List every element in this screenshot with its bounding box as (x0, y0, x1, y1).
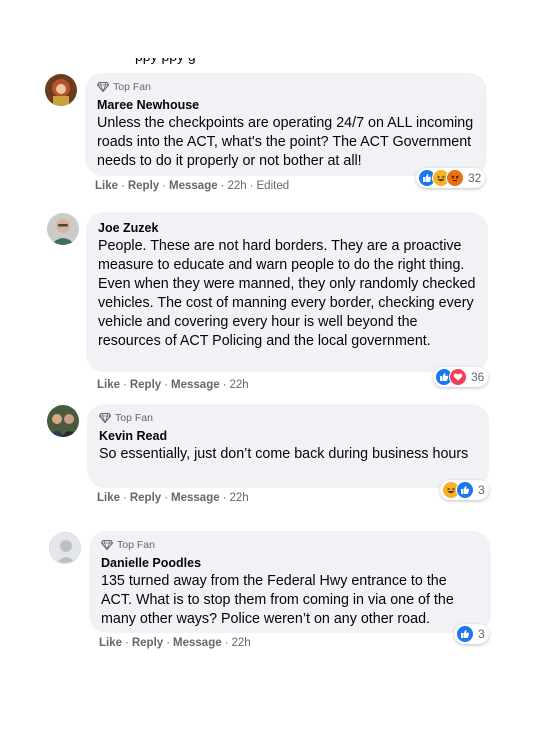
avatar[interactable] (47, 213, 79, 245)
reactions-summary[interactable]: 32 (416, 168, 486, 188)
like-button[interactable]: Like (95, 180, 118, 192)
comment-actions: Like · Reply · Message · 22h (97, 492, 249, 504)
reaction-count: 3 (478, 483, 485, 497)
badge-label: Top Fan (113, 81, 151, 93)
avatar[interactable] (49, 532, 81, 564)
comment-actions: Like · Reply · Message · 22h · Edited (95, 180, 290, 192)
top-fan-badge: Top Fan (97, 80, 475, 94)
comment-text: People. These are not hard borders. They… (98, 238, 476, 349)
like-button[interactable]: Like (97, 379, 120, 391)
reactions-summary[interactable]: 3 (440, 480, 489, 500)
comment-bubble: Top Fan Kevin Read So essentially, just … (87, 404, 489, 488)
message-button[interactable]: Message (171, 492, 220, 504)
angry-icon (446, 169, 464, 187)
like-icon (456, 481, 474, 499)
comment-bubble: Top Fan Danielle Poodles 135 turned away… (89, 531, 491, 633)
cropped-text-fragment: ppy ppy g (135, 58, 205, 68)
diamond-icon (99, 413, 111, 423)
timestamp[interactable]: 22h (229, 492, 248, 504)
reaction-count: 36 (471, 370, 485, 384)
author-name[interactable]: Kevin Read (99, 428, 477, 444)
comment-actions: Like · Reply · Message · 22h (97, 379, 249, 391)
badge-label: Top Fan (115, 412, 153, 424)
comment-text: 135 turned away from the Federal Hwy ent… (101, 573, 454, 627)
reaction-count: 3 (478, 627, 485, 641)
reactions-summary[interactable]: 36 (433, 367, 489, 387)
comment-actions: Like · Reply · Message · 22h (99, 637, 251, 649)
comment-text: Unless the checkpoints are operating 24/… (97, 115, 474, 169)
comment-bubble: Joe Zuzek People. These are not hard bor… (86, 212, 488, 372)
author-name[interactable]: Joe Zuzek (98, 220, 476, 236)
timestamp[interactable]: 22h (227, 180, 246, 192)
author-name[interactable]: Maree Newhouse (97, 97, 475, 113)
edited-label: Edited (256, 180, 290, 192)
like-button[interactable]: Like (97, 492, 120, 504)
cropped-previous-content: ppy ppy g (0, 0, 560, 70)
comment-bubble: Top Fan Maree Newhouse Unless the checkp… (85, 73, 487, 176)
timestamp[interactable]: 22h (229, 379, 248, 391)
message-button[interactable]: Message (171, 379, 220, 391)
author-name[interactable]: Danielle Poodles (101, 555, 479, 571)
top-fan-badge: Top Fan (99, 411, 477, 425)
message-button[interactable]: Message (173, 637, 222, 649)
message-button[interactable]: Message (169, 180, 218, 192)
like-icon (456, 625, 474, 643)
avatar[interactable] (45, 74, 77, 106)
badge-label: Top Fan (117, 539, 155, 551)
diamond-icon (101, 540, 113, 550)
reply-button[interactable]: Reply (130, 379, 161, 391)
love-icon (449, 368, 467, 386)
reply-button[interactable]: Reply (132, 637, 163, 649)
reactions-summary[interactable]: 3 (454, 624, 489, 644)
timestamp[interactable]: 22h (231, 637, 250, 649)
comment-text: So essentially, just don’t come back dur… (99, 446, 469, 462)
top-fan-badge: Top Fan (101, 538, 479, 552)
diamond-icon (97, 82, 109, 92)
like-button[interactable]: Like (99, 637, 122, 649)
reply-button[interactable]: Reply (130, 492, 161, 504)
reply-button[interactable]: Reply (128, 180, 159, 192)
reaction-count: 32 (468, 171, 482, 185)
avatar[interactable] (47, 405, 79, 437)
